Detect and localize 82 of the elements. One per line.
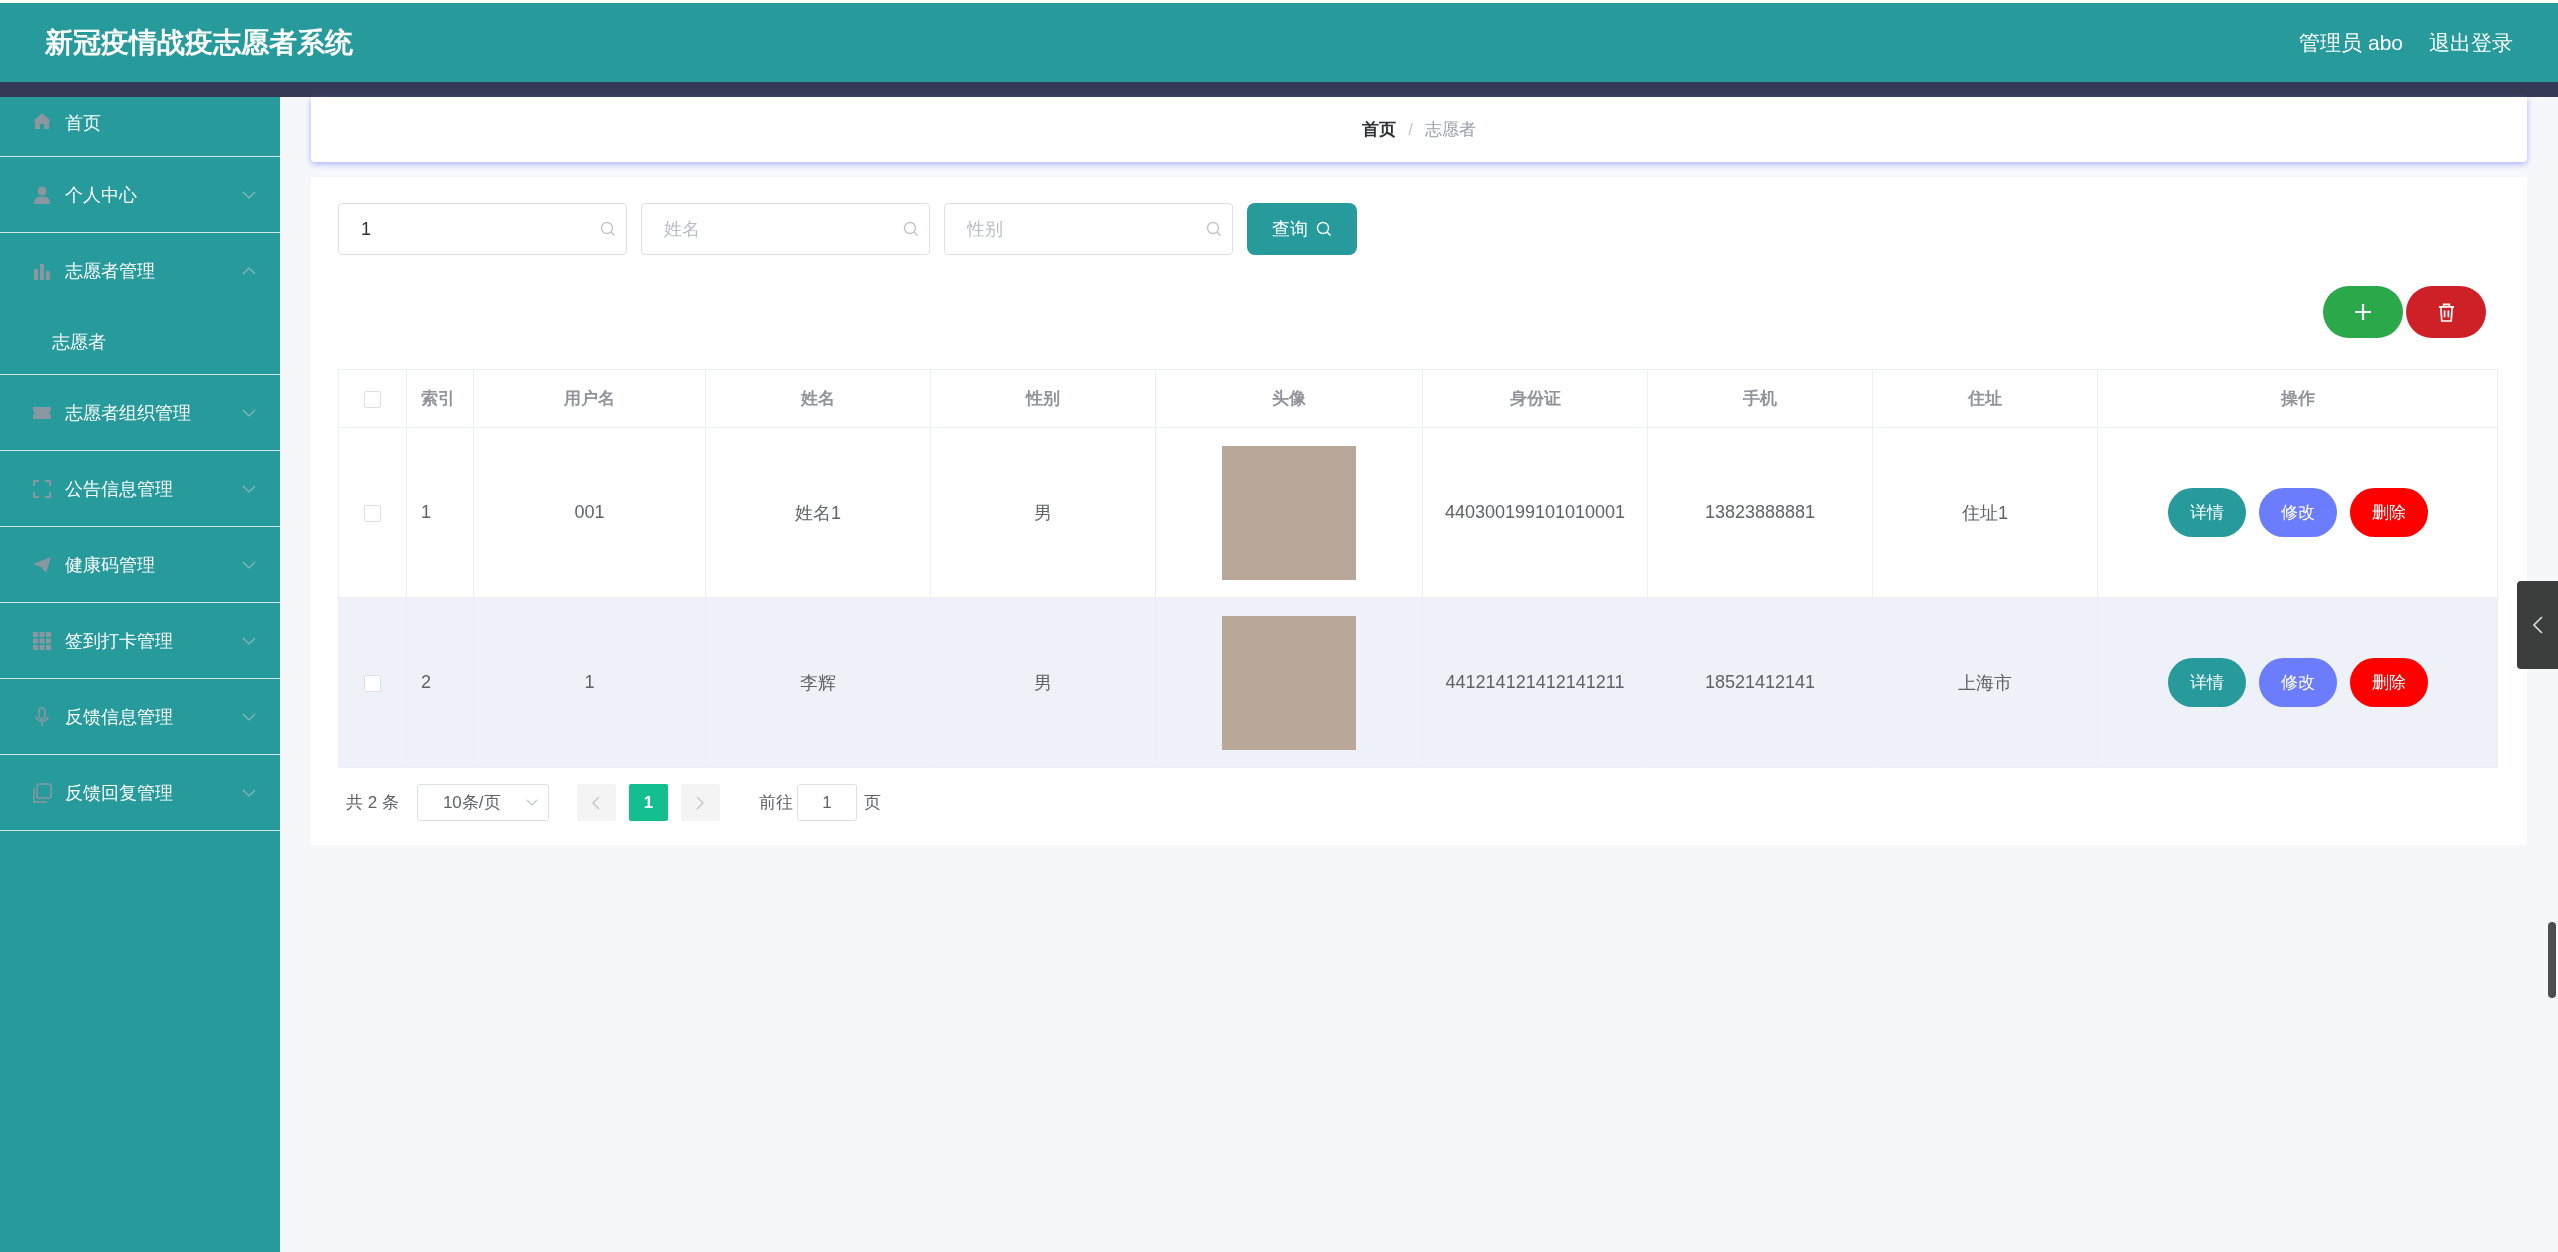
sidebar-item[interactable]: 反馈信息管理 <box>0 679 280 755</box>
search-icon <box>1316 221 1332 237</box>
copy-icon <box>32 782 52 803</box>
edit-button[interactable]: 修改 <box>2258 658 2337 707</box>
bar-chart-icon <box>32 261 52 281</box>
search-icon <box>600 221 616 237</box>
page-input[interactable]: 1 <box>796 784 857 821</box>
column-header: 住址 <box>1968 389 2002 408</box>
delete-button[interactable] <box>2406 286 2486 338</box>
detail-button[interactable]: 详情 <box>2167 658 2246 707</box>
chevron-right-icon <box>696 795 705 810</box>
next-page-button[interactable] <box>680 784 720 821</box>
table-cell: 男 <box>1034 502 1052 523</box>
total-count: 共 2 条 <box>346 792 399 814</box>
app-title: 新冠疫情战疫志愿者系统 <box>45 25 354 60</box>
search-field[interactable]: 姓名 <box>641 203 930 255</box>
sidebar-item[interactable]: 反馈回复管理 <box>0 755 280 831</box>
trash-icon <box>2437 302 2455 322</box>
grid-icon <box>32 630 52 651</box>
table-cell: 441214121412141211 <box>1445 672 1625 692</box>
column-header: 身份证 <box>1509 389 1561 408</box>
column-header: 操作 <box>2280 389 2315 408</box>
chevron-left-icon <box>592 795 601 810</box>
row-checkbox[interactable] <box>364 674 381 692</box>
chevron-left-icon <box>2532 616 2543 634</box>
detail-button[interactable]: 详情 <box>2167 488 2246 537</box>
sidebar-item[interactable]: 志愿者组织管理 <box>0 375 280 451</box>
add-button[interactable] <box>2323 286 2403 338</box>
table-cell: 1 <box>584 672 595 692</box>
chevron-down-icon <box>525 799 538 806</box>
breadcrumb-separator: / <box>1408 119 1413 140</box>
table-cell: 440300199101010001 <box>1444 502 1626 522</box>
row-checkbox[interactable] <box>364 504 381 522</box>
search-icon <box>1206 221 1222 237</box>
table-cell: 001 <box>574 502 605 522</box>
breadcrumb-item[interactable]: 首页 <box>1362 118 1397 141</box>
goto-label: 前往 <box>758 792 793 814</box>
sidebar-item[interactable]: 健康码管理 <box>0 527 280 603</box>
delete-button[interactable]: 删除 <box>2349 488 2428 537</box>
column-header: 性别 <box>1026 389 1060 408</box>
select-all-checkbox[interactable] <box>364 390 381 408</box>
page-suffix: 页 <box>863 792 881 814</box>
search-field[interactable]: 性别 <box>944 203 1233 255</box>
microphone-icon <box>32 706 52 727</box>
sidebar-item[interactable]: 志愿者管理 <box>0 233 280 309</box>
column-header: 索引 <box>421 389 455 408</box>
column-header: 用户名 <box>564 389 615 408</box>
logout-link[interactable]: 退出登录 <box>2429 28 2513 57</box>
table-cell: 上海市 <box>1958 672 2012 693</box>
sidebar-item[interactable]: 个人中心 <box>0 157 280 233</box>
table-cell: 李辉 <box>800 672 836 693</box>
table-cell: 18521412141 <box>1704 672 1816 692</box>
sidebar-item[interactable]: 公告信息管理 <box>0 451 280 527</box>
delete-button[interactable]: 删除 <box>2349 658 2428 707</box>
column-header: 手机 <box>1743 389 1777 408</box>
table-cell: 住址1 <box>1962 502 2008 523</box>
user-label: 管理员 abo <box>2299 29 2403 56</box>
side-panel-toggle[interactable] <box>2517 581 2558 669</box>
column-header: 姓名 <box>801 389 835 408</box>
table-cell: 男 <box>1034 672 1052 693</box>
frame-corners-icon <box>32 478 52 499</box>
prev-page-button[interactable] <box>576 784 616 821</box>
page-size-select[interactable]: 10条/页 <box>416 784 549 821</box>
user-icon <box>32 184 52 205</box>
table-cell: 13823888881 <box>1704 502 1816 522</box>
page-number[interactable]: 1 <box>628 784 668 821</box>
column-header: 头像 <box>1272 389 1306 408</box>
query-button[interactable]: 查询 <box>1247 203 1357 255</box>
sidebar-item[interactable]: 签到打卡管理 <box>0 603 280 679</box>
search-field[interactable]: 1 <box>338 203 627 255</box>
table-cell: 2 <box>421 672 431 692</box>
table-cell: 1 <box>421 502 431 522</box>
paper-plane-icon <box>32 554 52 575</box>
table-cell: 姓名1 <box>795 502 841 523</box>
sidebar-subitem[interactable]: 志愿者 <box>0 309 280 375</box>
home-icon <box>32 111 52 131</box>
sidebar-item[interactable]: 首页 <box>0 97 280 157</box>
breadcrumb-item: 志愿者 <box>1424 119 1476 141</box>
edit-button[interactable]: 修改 <box>2258 488 2337 537</box>
search-icon <box>903 221 919 237</box>
plus-icon <box>2353 302 2373 322</box>
scrollbar-thumb[interactable] <box>2548 922 2556 998</box>
